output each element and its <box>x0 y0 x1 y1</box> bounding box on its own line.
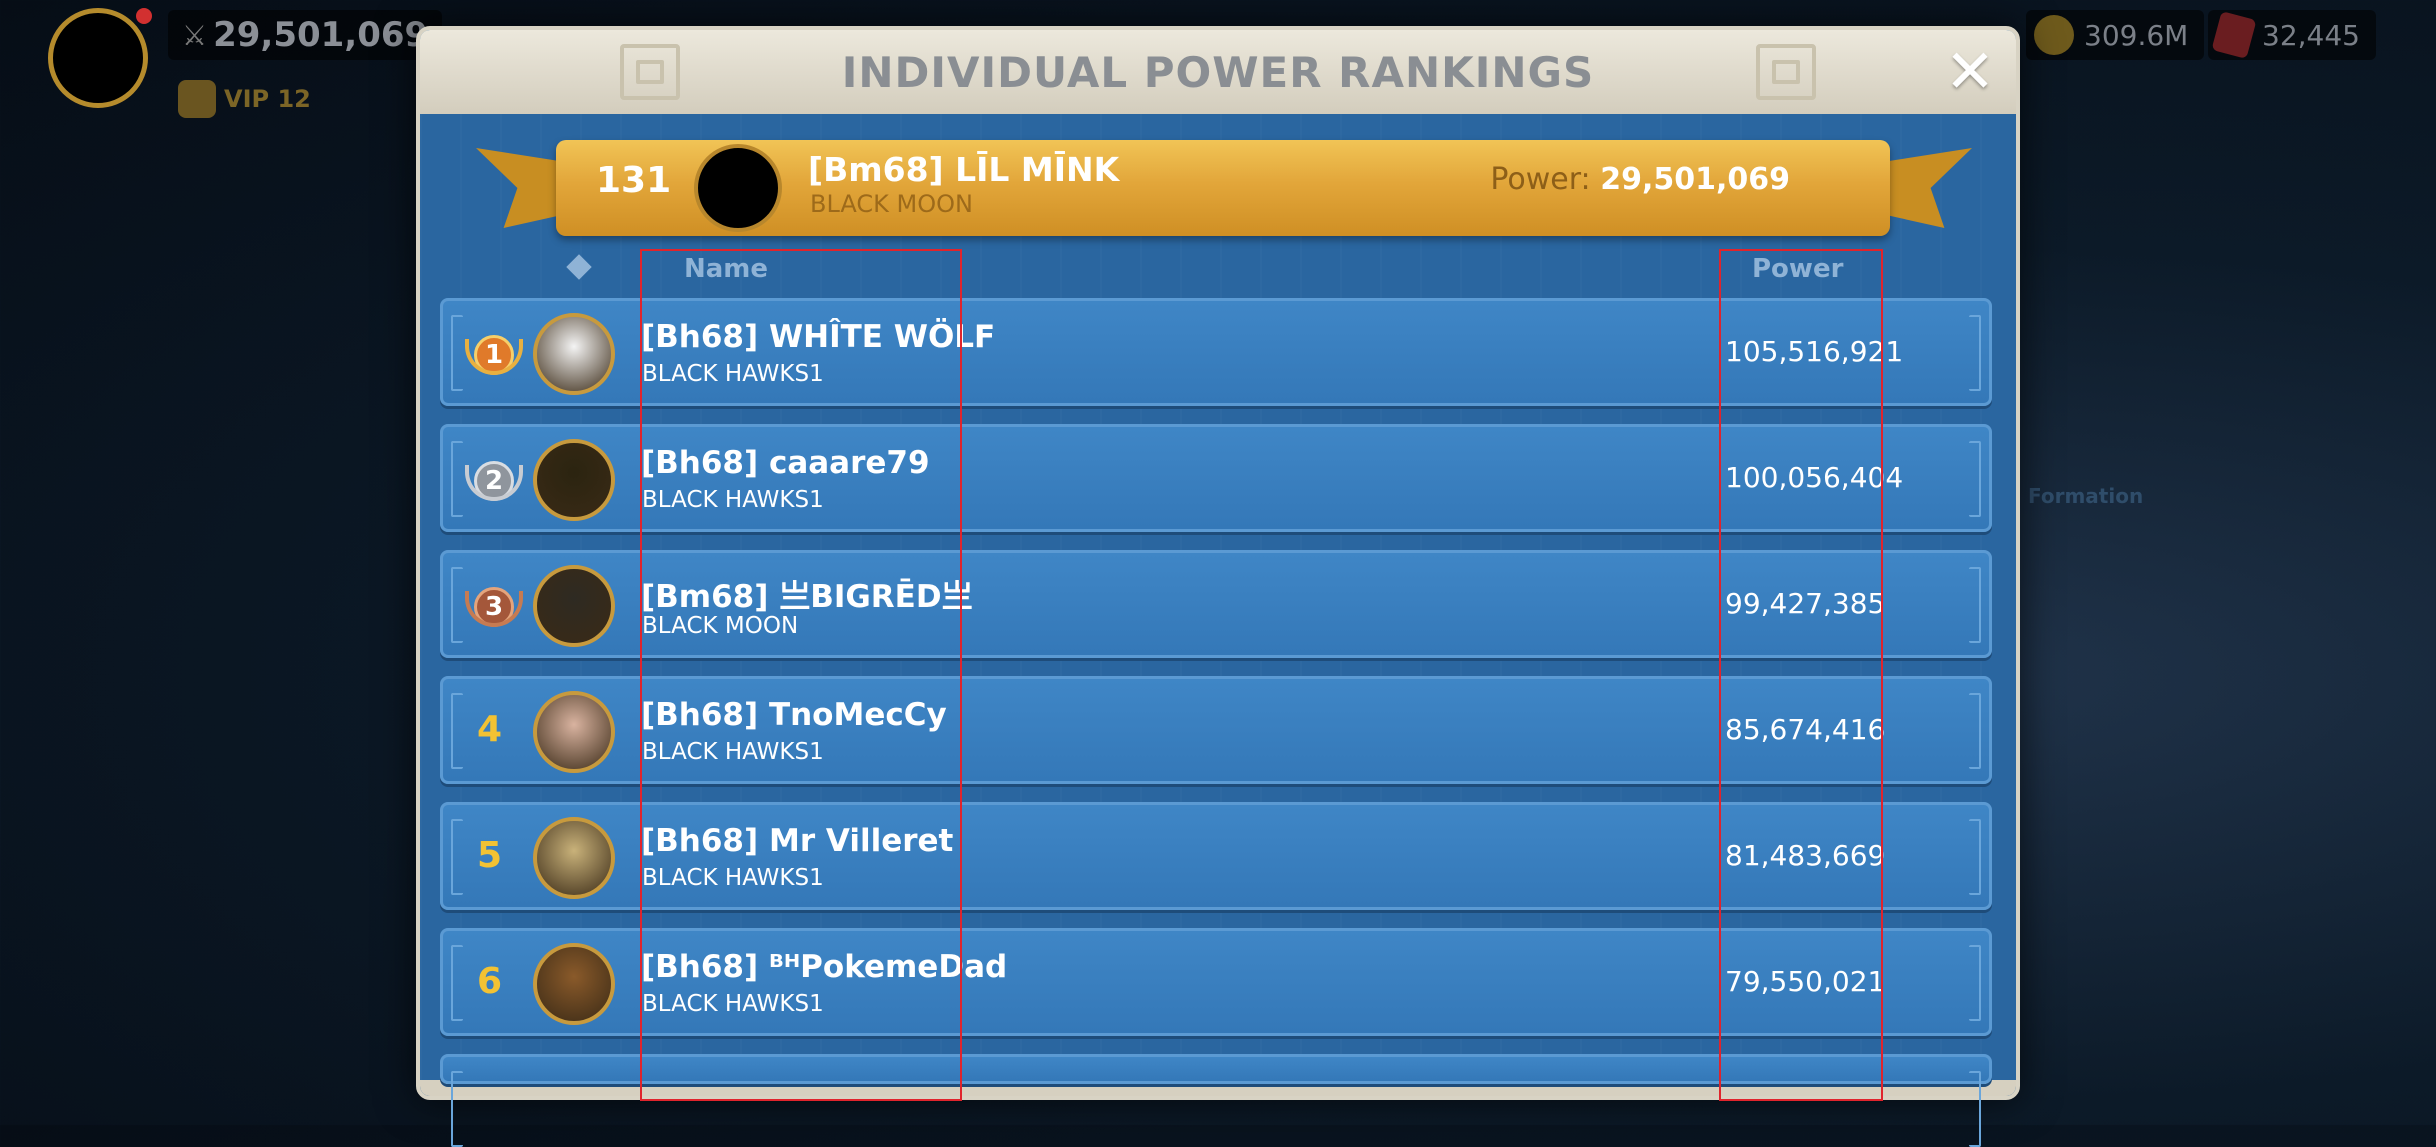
player-name: [Bm68] 亗BIGRĒD亗 <box>641 579 973 615</box>
player-name: [Bh68] TnoMecCy <box>641 697 947 733</box>
player-name: [Bh68] caaare79 <box>641 445 930 481</box>
ranking-row[interactable]: 1 [Bh68] WHÎTE WÖLF BLACK HAWKS1 105,516,92… <box>440 298 1992 406</box>
rank-number: 6 <box>477 961 503 1002</box>
player-alliance: BLACK HAWKS1 <box>642 487 824 513</box>
notification-dot <box>136 8 152 24</box>
formation-label: Formation <box>2028 484 2144 508</box>
ranking-row[interactable]: 2 [Bh68] caaare79 BLACK HAWKS1 100,056,404 <box>440 424 1992 532</box>
self-rank-banner: 131 [Bm68] LĪL MĪNK BLACK MOON Power: 29… <box>556 140 1890 236</box>
player-avatar[interactable] <box>533 691 615 773</box>
meander-ornament-icon <box>1756 44 1816 100</box>
silver-medal-icon: 2 <box>465 455 523 507</box>
vip-badge[interactable]: VIP 12 <box>178 80 311 118</box>
gold-value: 309.6M <box>2084 18 2189 52</box>
player-name: [Bh68] Mr Villeret <box>641 823 954 859</box>
close-button[interactable]: ✕ <box>1938 37 2002 107</box>
hud-power: ⚔ 29,501,069 <box>168 10 442 60</box>
gold-resource[interactable]: 309.6M <box>2026 10 2205 60</box>
player-avatar[interactable] <box>533 313 615 395</box>
player-power: 81,483,669 <box>1725 839 1886 872</box>
player-power: 79,550,021 <box>1725 965 1886 998</box>
hud-power-value: 29,501,069 <box>213 15 429 55</box>
player-avatar[interactable] <box>48 8 148 108</box>
self-avatar <box>694 144 782 232</box>
sword-icon: ⚔ <box>182 18 208 52</box>
player-power: 85,674,416 <box>1725 713 1886 746</box>
name-column-header: Name <box>684 254 769 284</box>
player-name: [Bh68] WHÎTE WÖLF <box>641 319 996 355</box>
gem-value: 32,445 <box>2262 18 2360 52</box>
bronze-medal-icon: 3 <box>465 581 523 633</box>
self-power-value: 29,501,069 <box>1600 162 1790 197</box>
laurel-wreath-icon <box>465 339 523 375</box>
player-power: 100,056,404 <box>1725 461 1904 494</box>
player-avatar[interactable] <box>533 439 615 521</box>
gem-icon <box>2211 11 2257 59</box>
vip-label: VIP 12 <box>224 85 311 113</box>
player-power: 105,516,921 <box>1725 335 1904 368</box>
ranking-row-partial[interactable] <box>440 1054 1992 1147</box>
player-alliance: BLACK HAWKS1 <box>642 865 824 891</box>
player-alliance: BLACK HAWKS1 <box>642 361 824 387</box>
vip-shield-icon <box>178 80 216 118</box>
player-alliance: BLACK HAWKS1 <box>642 991 824 1017</box>
self-name: [Bm68] LĪL MĪNK <box>808 150 1120 189</box>
ranking-row[interactable]: 3 [Bm68] 亗BIGRĒD亗 BLACK MOON 99,427,385 <box>440 550 1992 658</box>
player-alliance: BLACK HAWKS1 <box>642 739 824 765</box>
ranking-row[interactable]: 6 [Bh68] ᴮᴴPokemeDad BLACK HAWKS1 79,550,02… <box>440 928 1992 1036</box>
self-power: Power: 29,501,069 <box>1490 162 1790 197</box>
laurel-wreath-icon <box>465 591 523 627</box>
meander-ornament-icon <box>620 44 680 100</box>
dialog-title: INDIVIDUAL POWER RANKINGS <box>841 47 1595 97</box>
ranking-row[interactable]: 5 [Bh68] Mr Villeret BLACK HAWKS1 81,483,66… <box>440 802 1992 910</box>
rank-number: 4 <box>477 709 503 750</box>
player-name: [Bh68] ᴮᴴPokemeDad <box>641 949 1008 985</box>
player-avatar[interactable] <box>533 943 615 1025</box>
gem-resource[interactable]: 32,445 <box>2208 10 2376 60</box>
power-column-header: Power <box>1752 254 1844 284</box>
player-avatar[interactable] <box>533 817 615 899</box>
self-rank: 131 <box>596 160 672 201</box>
player-alliance: BLACK MOON <box>642 613 799 639</box>
player-power: 99,427,385 <box>1725 587 1886 620</box>
gold-coin-icon <box>2034 15 2074 55</box>
laurel-wreath-icon <box>465 465 523 501</box>
ranking-row[interactable]: 4 [Bh68] TnoMecCy BLACK HAWKS1 85,674,416 <box>440 676 1992 784</box>
gold-medal-icon: 1 <box>465 329 523 381</box>
dialog-titlebar: INDIVIDUAL POWER RANKINGS ✕ <box>420 30 2016 114</box>
self-power-label: Power: <box>1490 162 1591 197</box>
player-avatar[interactable] <box>533 565 615 647</box>
rank-number: 5 <box>477 835 503 876</box>
self-alliance: BLACK MOON <box>810 190 973 218</box>
